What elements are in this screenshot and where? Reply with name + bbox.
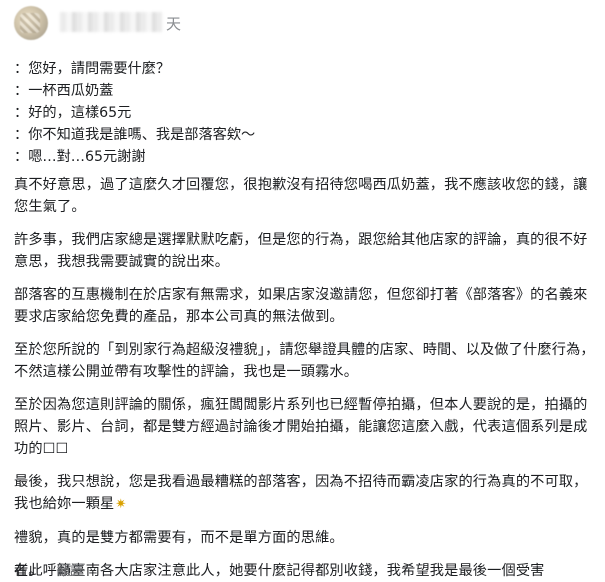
quote-line: ：嗯…對…65元謝謝 bbox=[14, 149, 146, 165]
post-body: 真不好意思，過了這麼久才回覆您，很抱歉沒有招待您喝西瓜奶蓋，我不應該收您的錢，讓… bbox=[14, 174, 600, 582]
avatar[interactable] bbox=[14, 6, 48, 40]
body-paragraph: 禮貌，真的是雙方都需要有，而不是單方面的思維。 bbox=[14, 530, 344, 546]
dialogue-quote-block: ：您好，請問需要什麼？ ：一杯西瓜奶蓋 ：好的，這樣65元 ：你不知道我是誰嗎、… bbox=[14, 58, 594, 168]
body-paragraph: 許多事，我們店家總是選擇默默吃虧，但是您的行為，跟您給其他店家的評論，真的很不好… bbox=[14, 232, 588, 270]
body-paragraph-text: 最後，我只想說，您是我看過最糟糕的部落客，因為不招待而霸凌店家的行為真的不可取，… bbox=[14, 474, 588, 512]
body-tail-text: 者。 bbox=[14, 563, 43, 579]
facebook-post: 天 ：您好，請問需要什麼？ ：一杯西瓜奶蓋 ：好的，這樣65元 ：你不知道我是誰… bbox=[0, 0, 605, 580]
body-paragraph-with-star: 最後，我只想說，您是我看過最糟糕的部落客，因為不招待而霸凌店家的行為真的不可取，… bbox=[14, 471, 600, 516]
post-footer-row: 者。 翻譯 bbox=[14, 561, 83, 581]
quote-line: ：一杯西瓜奶蓋 bbox=[14, 83, 114, 99]
body-paragraph: 至於因為您這則評論的關係，瘋狂闆闆影片系列也已經暫停拍攝，但本人要說的是，拍攝的… bbox=[14, 397, 588, 457]
translate-link[interactable]: 翻譯 bbox=[56, 563, 83, 579]
quote-line: ：你不知道我是誰嗎、我是部落客欸～ bbox=[14, 127, 256, 143]
post-header: 天 bbox=[0, 0, 605, 48]
body-paragraph: 部落客的互惠機制在於店家有無需求，如果店家沒邀請您，但您卻打著《部落客》的名義來… bbox=[14, 287, 588, 325]
quote-line: ：好的，這樣65元 bbox=[14, 105, 132, 121]
body-paragraph: 至於您所說的「到別家行為超級沒禮貌」，請您舉證具體的店家、時間、以及做了什麼行為… bbox=[14, 342, 595, 380]
body-paragraph: 在此呼籲臺南各大店家注意此人，她要什麼記得都別收錢，我希望我是最後一個受害 bbox=[14, 563, 545, 579]
body-paragraph: 真不好意思，過了這麼久才回覆您，很抱歉沒有招待您喝西瓜奶蓋，我不應該收您的錢，讓… bbox=[14, 177, 588, 215]
blurred-author-name[interactable] bbox=[60, 12, 162, 32]
quote-line: ：您好，請問需要什麼？ bbox=[14, 61, 171, 77]
glowing-star-icon: ✷ bbox=[115, 497, 127, 512]
post-timestamp[interactable]: 天 bbox=[166, 13, 181, 34]
